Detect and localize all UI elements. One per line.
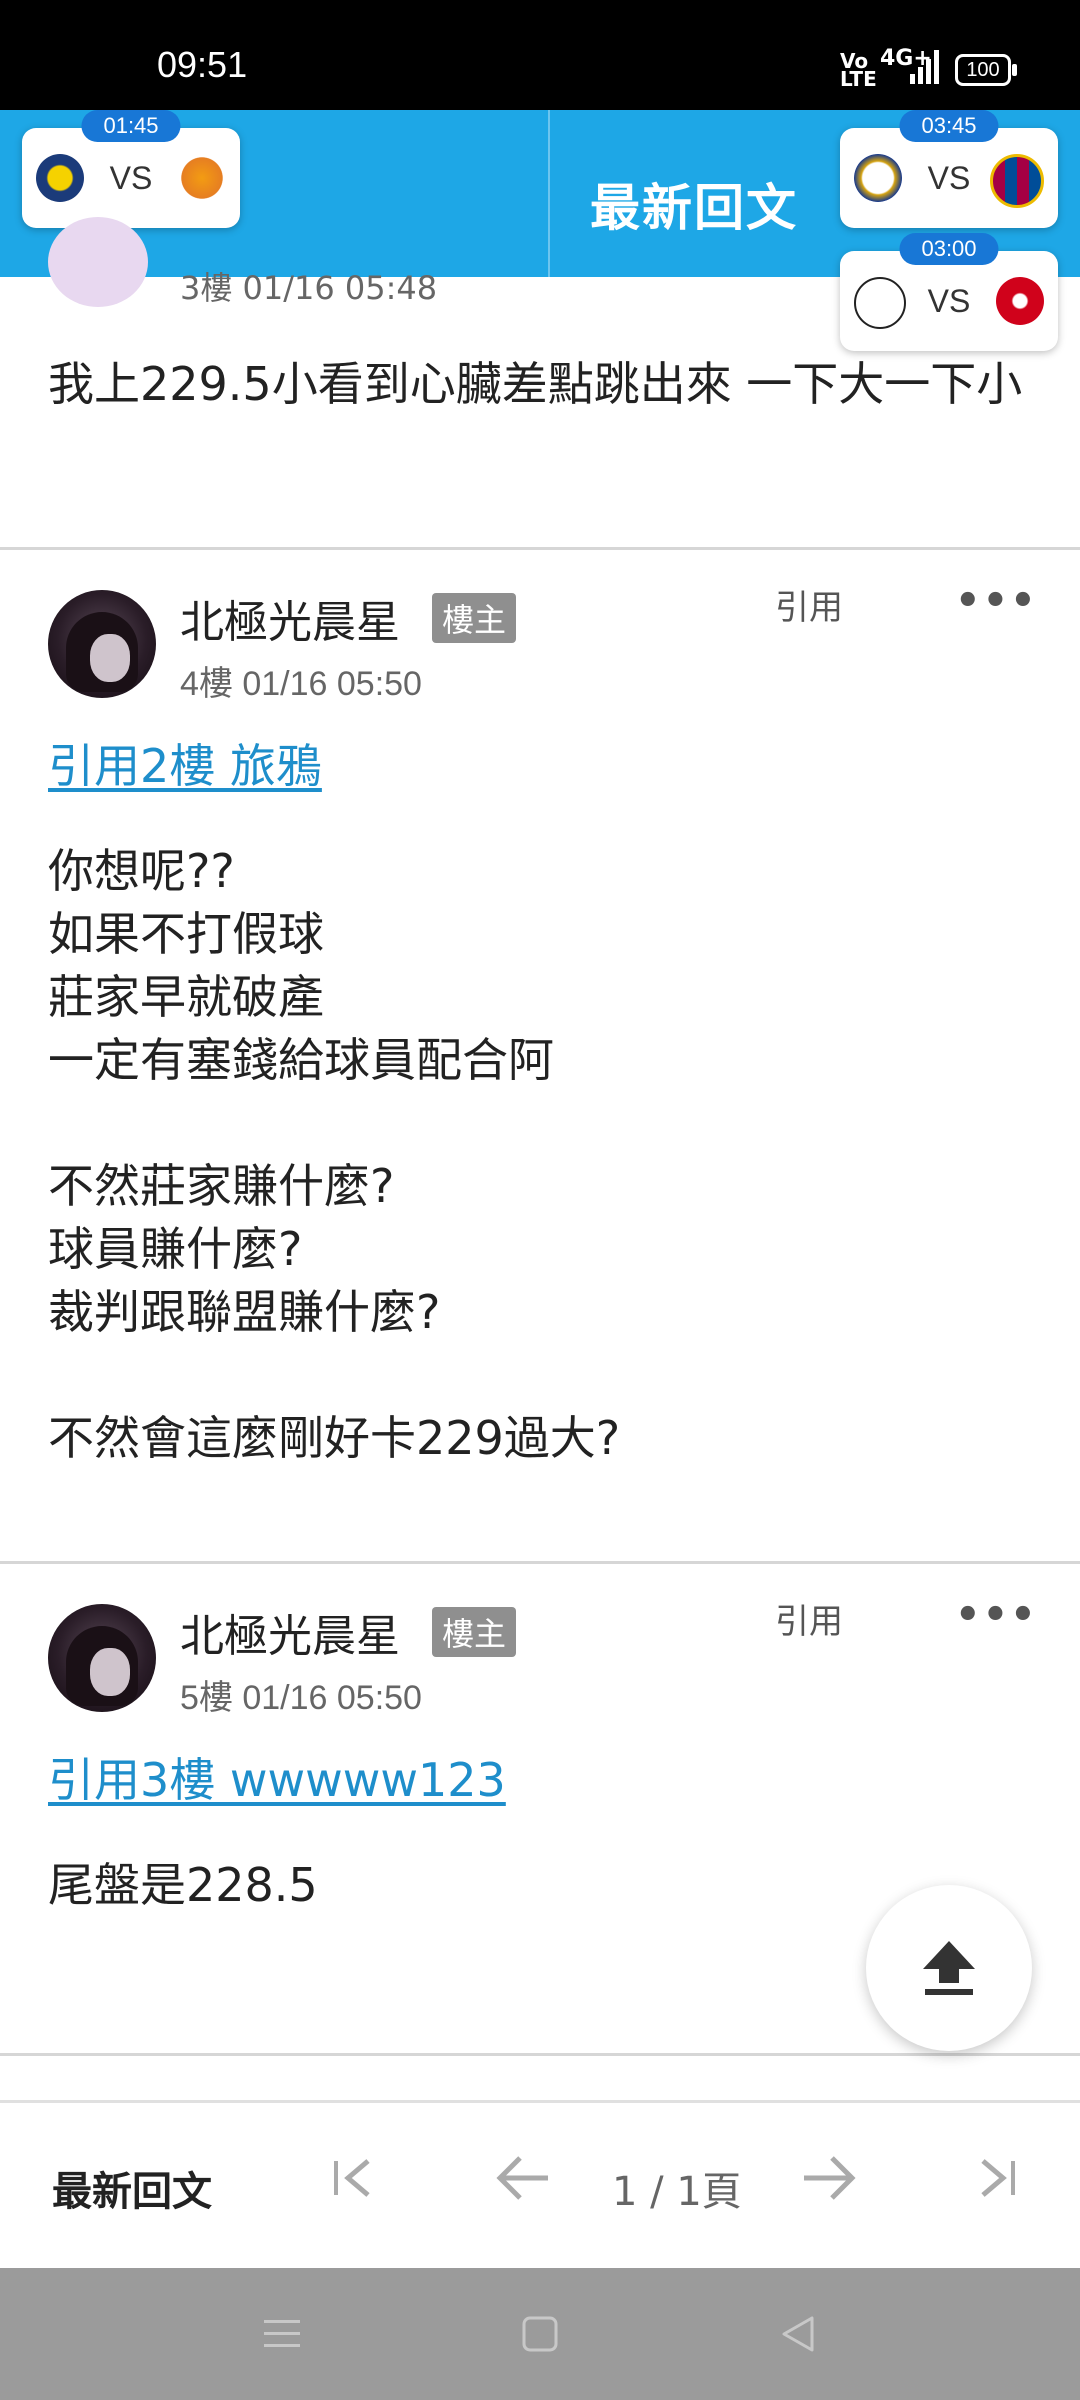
post-body: 我上229.5小看到心臟差點跳出來 一下大一下小	[48, 357, 1023, 411]
more-icon[interactable]: •••	[955, 1592, 1038, 1638]
match-time-badge: 03:00	[899, 233, 999, 265]
op-badge: 樓主	[432, 593, 517, 643]
author-name[interactable]: 北極光晨星	[180, 1600, 400, 1664]
last-page-icon[interactable]	[975, 2153, 1019, 2203]
quote-button[interactable]: 引用	[775, 1594, 843, 1643]
avatar[interactable]	[48, 590, 156, 698]
post-divider	[0, 2053, 1080, 2056]
team-logo-icon	[178, 154, 226, 202]
match-time-badge: 03:45	[899, 110, 999, 142]
team-logo-icon	[990, 154, 1044, 208]
status-bar: 09:51 Vo LTE 4G+ 100	[0, 0, 1080, 110]
next-page-icon[interactable]	[800, 2153, 856, 2203]
post-body: 你想呢?? 如果不打假球 莊家早就破產 一定有塞錢給球員配合阿 不然莊家賺什麼?…	[48, 844, 621, 1465]
page-indicator[interactable]: 1 / 1頁	[612, 2159, 742, 2217]
menu-icon[interactable]	[262, 2316, 302, 2352]
signal-icon	[910, 50, 939, 84]
post-4: 北極光晨星 樓主 4樓 01/16 05:50 引用 ••• 引用2樓 旅鴉 你…	[0, 550, 1080, 1560]
status-time: 09:51	[157, 44, 248, 85]
quote-reference-link[interactable]: 引用2樓 旅鴉	[48, 730, 322, 796]
battery-icon: 100	[955, 54, 1017, 86]
post-meta: 5樓 01/16 05:50	[180, 1679, 422, 1717]
post-3: 3樓 01/16 05:48 我上229.5小看到心臟差點跳出來 一下大一下小	[0, 217, 1080, 547]
quote-reference-link[interactable]: 引用3樓 wwwww123	[48, 1744, 506, 1810]
bottom-pagination-bar: 最新回文 1 / 1頁	[0, 2100, 1080, 2271]
header-divider	[548, 110, 550, 277]
scroll-top-button[interactable]	[866, 1885, 1032, 2051]
system-nav-bar	[0, 2268, 1080, 2400]
back-icon[interactable]	[778, 2314, 818, 2354]
post-meta: 3樓 01/16 05:48	[180, 269, 438, 307]
match-widget-2[interactable]: 03:45 VS	[840, 110, 1058, 228]
author-name[interactable]: 北極光晨星	[180, 586, 400, 650]
op-badge: 樓主	[432, 1607, 517, 1657]
header-title[interactable]: 最新回文	[590, 168, 798, 240]
post-meta: 4樓 01/16 05:50	[180, 665, 422, 703]
home-icon[interactable]	[520, 2314, 560, 2354]
more-icon[interactable]: •••	[955, 578, 1038, 624]
quote-button[interactable]: 引用	[775, 580, 843, 629]
prev-page-icon[interactable]	[496, 2153, 552, 2203]
upload-arrow-icon	[923, 1941, 975, 1995]
match-widget-1[interactable]: 01:45 VS	[22, 110, 240, 228]
first-page-icon[interactable]	[332, 2153, 376, 2203]
volte-icon: Vo LTE	[840, 49, 877, 91]
avatar[interactable]	[48, 217, 148, 307]
match-time-badge: 01:45	[81, 110, 181, 142]
avatar[interactable]	[48, 1604, 156, 1712]
latest-replies-button[interactable]: 最新回文	[52, 2159, 212, 2217]
